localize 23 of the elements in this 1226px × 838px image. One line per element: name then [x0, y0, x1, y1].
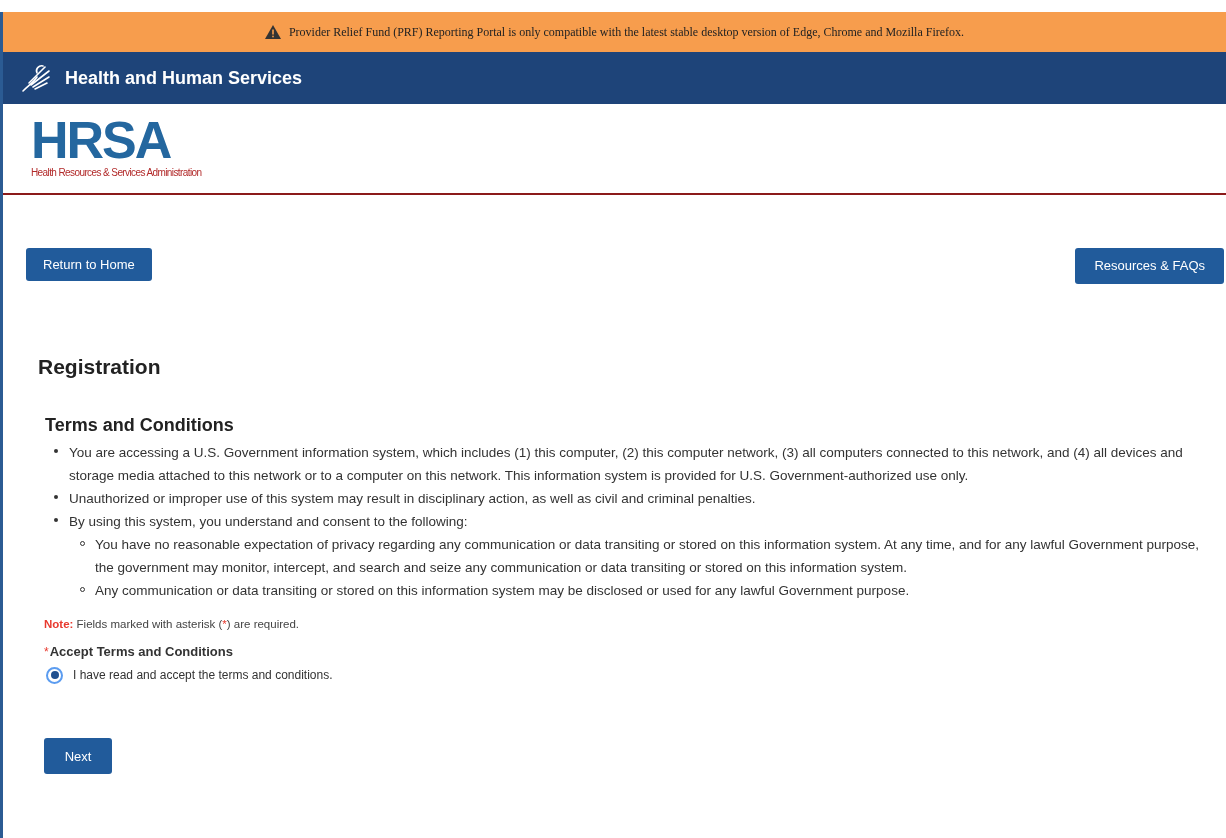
- section-title: Terms and Conditions: [45, 413, 235, 437]
- next-button[interactable]: Next: [44, 738, 112, 775]
- bullet-icon: [54, 494, 58, 499]
- field-label: Accept Terms and Conditions: [49, 642, 233, 661]
- terms-text: By using this system, you understand and consent to the following:: [69, 512, 468, 531]
- logo-wordmark: HRSA: [31, 117, 171, 163]
- required-asterisk: *: [44, 643, 49, 661]
- header-title: Health and Human Services: [65, 66, 303, 90]
- accept-option-label: I have read and accept the terms and conditions.: [73, 667, 333, 685]
- accept-radio-button[interactable]: [46, 666, 63, 684]
- terms-text: Any communication or data transiting or stored on this information system may be disclosed or used for any lawful Government purpose.: [95, 581, 910, 600]
- bullet-icon: [54, 517, 58, 522]
- terms-text: You have no reasonable expectation of privacy regarding any communication or data transiting or stored on this information system. At any time, and for any lawful Government purpose, the government may monitor, intercept, and search and seize any communication or data transiting or stored on this information system.: [95, 535, 1201, 577]
- terms-text: Unauthorized or improper use of this system may result in disciplinary action, as well as civil and criminal penalties.: [69, 489, 756, 508]
- warning-icon: [264, 25, 281, 39]
- bullet-icon: [54, 448, 58, 453]
- logo-subtitle: Health Resources & Services Administration: [31, 166, 203, 180]
- terms-text: You are accessing a U.S. Government information system, which includes (1) this computer, (2) this computer network, (3) all computers connected to this network, and (4) all devices and storage media attached to this network or to a computer on this network. This information system is provided for U.S. Government-authorized use only.: [69, 443, 1184, 485]
- resources-faqs-button[interactable]: Resources & FAQs: [1075, 248, 1224, 284]
- page-title: Registration: [38, 354, 162, 380]
- banner-text: Provider Relief Fund (PRF) Reporting Portal is only compatible with the latest stable desktop version of Edge, Chrome and Mozilla Firefox.: [288, 24, 965, 41]
- required-note: Note: Fields marked with asterisk (*) are required.: [44, 616, 301, 632]
- return-home-button[interactable]: Return to Home: [26, 248, 152, 281]
